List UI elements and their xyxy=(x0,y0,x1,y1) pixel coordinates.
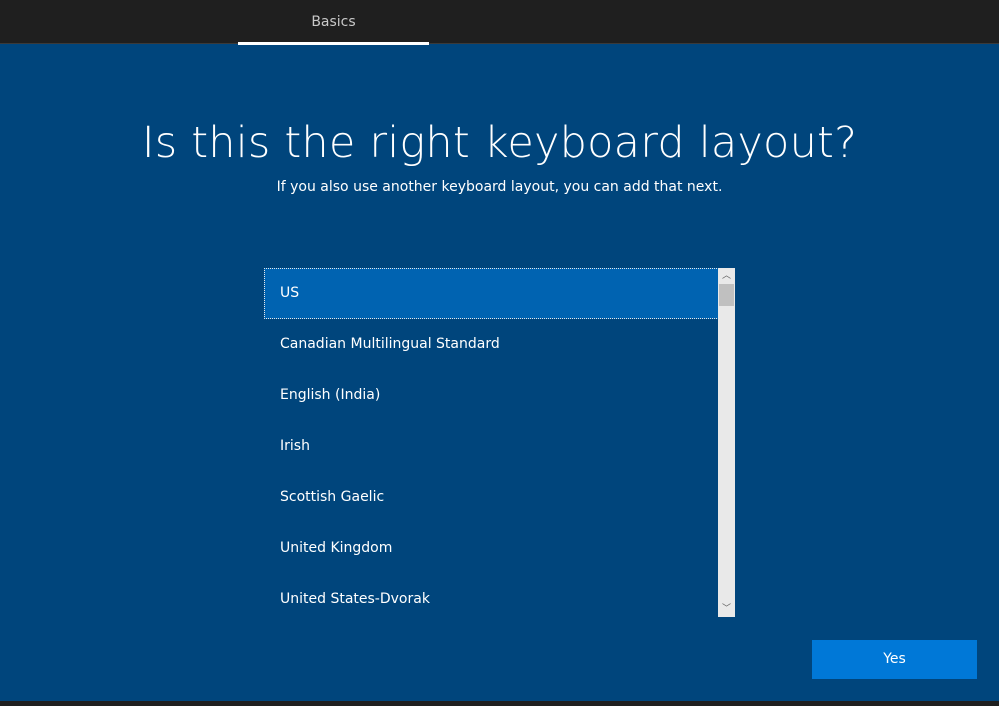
bottom-edge xyxy=(0,701,999,706)
list-item-united-states-dvorak[interactable]: United States-Dvorak xyxy=(264,574,719,617)
scroll-thumb[interactable] xyxy=(719,284,734,306)
tab-basics[interactable]: Basics xyxy=(238,0,429,43)
list-item-united-kingdom[interactable]: United Kingdom xyxy=(264,523,719,574)
scroll-down-icon[interactable]: ﹀ xyxy=(718,601,735,617)
list-item-english-india[interactable]: English (India) xyxy=(264,370,719,421)
list-item-us[interactable]: US xyxy=(264,268,719,319)
keyboard-layout-items: US Canadian Multilingual Standard Englis… xyxy=(264,268,719,617)
list-item-scottish-gaelic[interactable]: Scottish Gaelic xyxy=(264,472,719,523)
keyboard-layout-list[interactable]: US Canadian Multilingual Standard Englis… xyxy=(264,268,735,617)
active-tab-indicator xyxy=(238,42,429,45)
list-item-canadian-multilingual-standard[interactable]: Canadian Multilingual Standard xyxy=(264,319,719,370)
page-subtitle: If you also use another keyboard layout,… xyxy=(276,179,723,195)
yes-button[interactable]: Yes xyxy=(812,640,977,679)
list-scrollbar[interactable]: ︿ ﹀ xyxy=(718,268,735,617)
list-item-irish[interactable]: Irish xyxy=(264,421,719,472)
scroll-up-icon[interactable]: ︿ xyxy=(718,268,735,284)
page-title: Is this the right keyboard layout? xyxy=(141,118,858,168)
top-bar: Basics xyxy=(0,0,999,45)
